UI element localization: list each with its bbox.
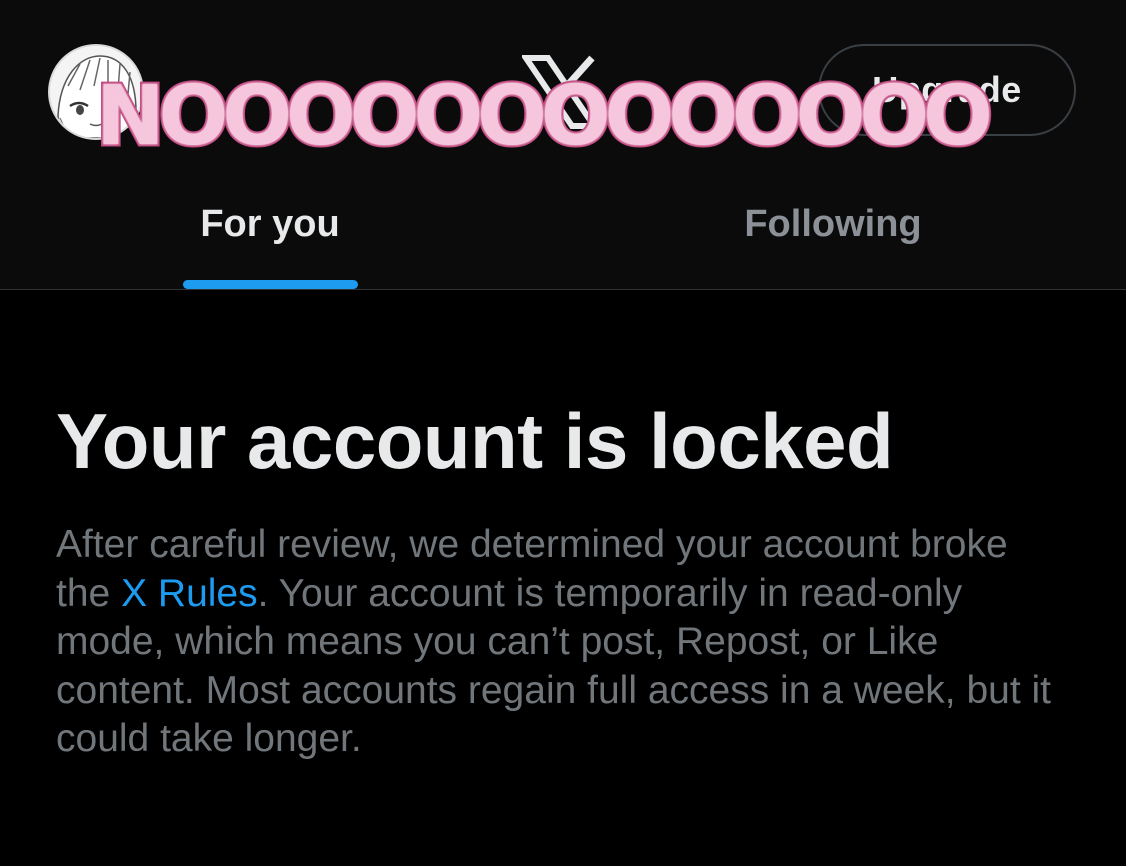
page-title: Your account is locked bbox=[56, 397, 894, 485]
tab-following[interactable]: Following bbox=[722, 196, 944, 252]
active-tab-indicator bbox=[183, 280, 358, 289]
x-rules-link[interactable]: X Rules bbox=[121, 572, 258, 615]
tab-for-you[interactable]: For you bbox=[170, 196, 370, 252]
meme-overlay-text: NOOOOOOOOOOOOO bbox=[94, 67, 996, 167]
lock-notice-body: After careful review, we determined your… bbox=[56, 521, 1066, 764]
